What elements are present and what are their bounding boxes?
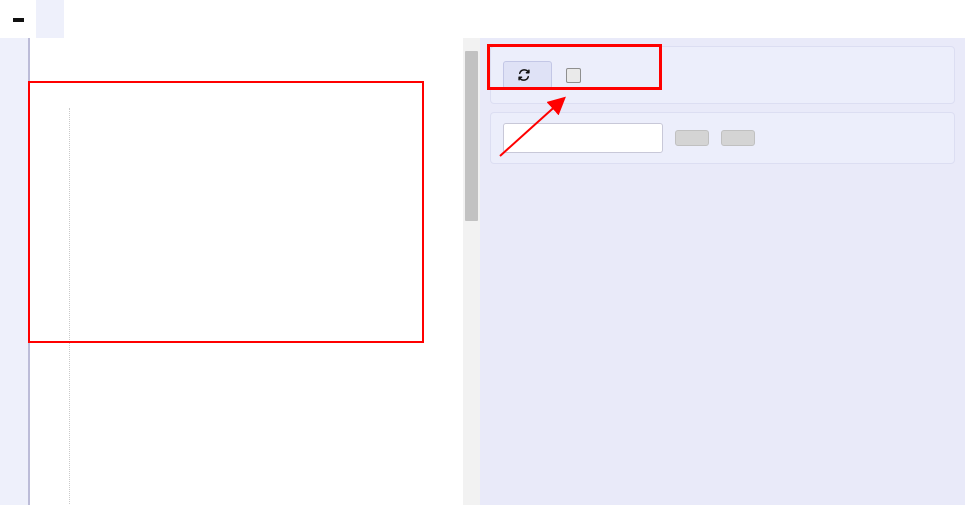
remix-ide-window — [0, 0, 965, 505]
font-size-toggle-icon[interactable] — [0, 0, 36, 38]
panel-tabbar — [480, 0, 965, 38]
file-tab-ballot-sol[interactable] — [36, 0, 64, 38]
compile-panel-body — [480, 38, 965, 505]
code-text-area[interactable] — [28, 38, 480, 505]
compile-controls-card — [490, 46, 955, 104]
auto-compile-control[interactable] — [566, 67, 589, 83]
auto-compile-checkbox[interactable] — [566, 67, 581, 83]
tabbar-spacer — [64, 0, 446, 38]
contract-select[interactable] — [503, 123, 663, 153]
details-button[interactable] — [675, 130, 709, 146]
publish-on-swarm-button[interactable] — [721, 130, 755, 146]
refresh-icon — [517, 68, 531, 82]
gutter-divider — [28, 38, 30, 505]
editor-body — [0, 38, 480, 505]
line-number-gutter — [0, 38, 28, 505]
editor-vertical-scrollbar[interactable] — [463, 38, 480, 505]
compile-pane — [480, 0, 965, 505]
editor-pane — [0, 0, 480, 505]
start-to-compile-button[interactable] — [503, 61, 552, 89]
chevron-double-right-icon[interactable] — [446, 0, 480, 38]
scroll-up-icon[interactable] — [463, 38, 480, 51]
scrollbar-thumb[interactable] — [465, 51, 478, 221]
font-decrease-icon[interactable] — [12, 18, 24, 22]
indent-guide — [69, 108, 70, 505]
editor-tabbar — [0, 0, 480, 38]
compile-actions-card — [490, 112, 955, 164]
